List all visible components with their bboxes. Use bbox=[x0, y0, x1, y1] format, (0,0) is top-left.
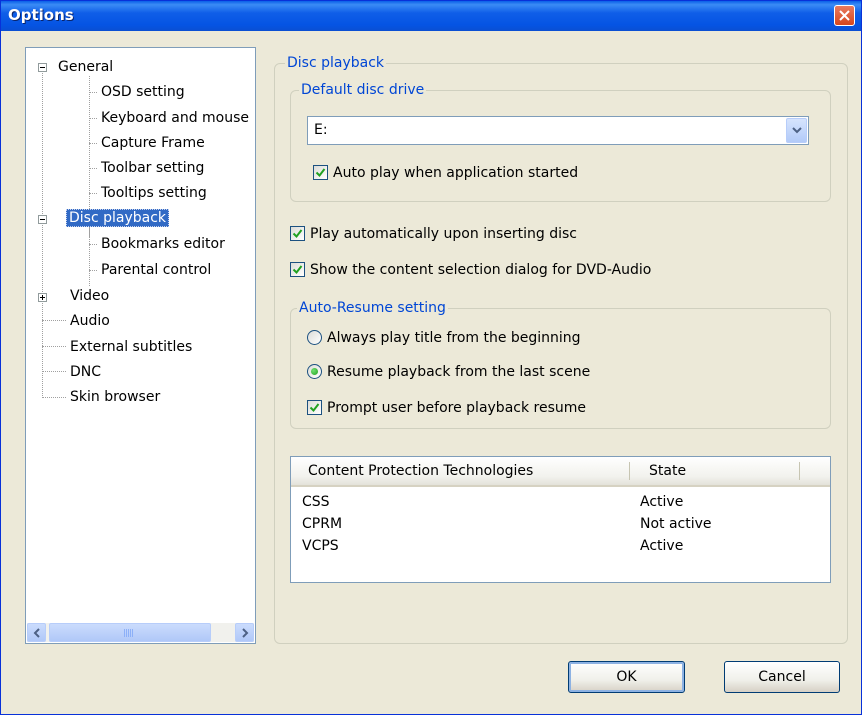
checkmark-icon bbox=[309, 403, 320, 413]
checkbox-box[interactable] bbox=[307, 400, 322, 415]
disc-drive-dropdown-button[interactable] bbox=[786, 118, 807, 143]
scroll-thumb[interactable] bbox=[49, 623, 211, 642]
cancel-button[interactable]: Cancel bbox=[724, 661, 840, 693]
disc-playback-group-label: Disc playback bbox=[285, 54, 387, 72]
arrow-right-icon bbox=[242, 628, 249, 638]
disc-drive-value: E: bbox=[314, 122, 328, 138]
table-cell: Active bbox=[640, 494, 684, 510]
checkbox-box[interactable] bbox=[313, 165, 328, 180]
scroll-right-button[interactable] bbox=[235, 623, 254, 642]
tree-item-bookmarks-editor[interactable]: Bookmarks editor bbox=[99, 233, 227, 255]
radio-circle[interactable] bbox=[307, 364, 322, 379]
tree-item-capture-frame[interactable]: Capture Frame bbox=[99, 132, 207, 154]
tree-item-dnc[interactable]: DNC bbox=[68, 361, 103, 383]
tree-item-parental-control[interactable]: Parental control bbox=[99, 259, 213, 281]
options-tree: General OSD setting Keyboard and mouse C… bbox=[25, 47, 256, 644]
tree-item-external-subtitles[interactable]: External subtitles bbox=[68, 336, 194, 358]
column-header-state[interactable]: State bbox=[649, 457, 686, 485]
checkmark-icon bbox=[292, 265, 303, 275]
column-header-technology[interactable]: Content Protection Technologies bbox=[308, 457, 533, 485]
table-cell: CSS bbox=[302, 494, 330, 510]
tree-item-audio[interactable]: Audio bbox=[68, 310, 112, 332]
close-icon bbox=[839, 10, 850, 21]
arrow-left-icon bbox=[33, 628, 40, 638]
default-disc-drive-group: Default disc drive bbox=[290, 81, 831, 202]
table-cell: Not active bbox=[640, 516, 712, 532]
checkbox-box[interactable] bbox=[290, 226, 305, 241]
checkmark-icon bbox=[292, 229, 303, 239]
close-button[interactable] bbox=[834, 5, 855, 26]
tree-item-toolbar-setting[interactable]: Toolbar setting bbox=[99, 157, 206, 179]
tree-item-osd-setting[interactable]: OSD setting bbox=[99, 81, 187, 103]
auto-resume-label: Auto-Resume setting bbox=[297, 299, 448, 317]
tree-expand-video-icon[interactable] bbox=[38, 293, 47, 302]
table-cell: CPRM bbox=[302, 516, 343, 532]
disc-drive-select[interactable]: E: bbox=[307, 116, 809, 145]
checkbox-box[interactable] bbox=[290, 262, 305, 277]
tree-line bbox=[42, 70, 43, 398]
default-disc-drive-label: Default disc drive bbox=[299, 81, 427, 99]
tree-horizontal-scrollbar[interactable] bbox=[27, 623, 254, 642]
options-dialog: Options General OSD setting Keyboard and… bbox=[0, 0, 862, 715]
table-header: Content Protection Technologies State bbox=[291, 457, 830, 487]
table-cell: Active bbox=[640, 538, 684, 554]
checkmark-icon bbox=[315, 168, 326, 178]
tree-item-skin-browser[interactable]: Skin browser bbox=[68, 386, 162, 408]
tree-collapse-general-icon[interactable] bbox=[38, 63, 47, 72]
radio-circle[interactable] bbox=[307, 330, 322, 345]
table-cell: VCPS bbox=[302, 538, 339, 554]
tree-line bbox=[89, 226, 90, 286]
tree-item-general[interactable]: General bbox=[56, 56, 115, 78]
title-bar[interactable]: Options bbox=[1, 1, 861, 31]
tree-item-tooltips-setting[interactable]: Tooltips setting bbox=[99, 182, 209, 204]
tree-item-disc-playback[interactable]: Disc playback bbox=[66, 207, 170, 229]
radio-selected-dot bbox=[311, 368, 318, 375]
chevron-down-icon bbox=[792, 127, 802, 134]
window-title: Options bbox=[8, 6, 74, 24]
content-protection-table[interactable]: Content Protection Technologies State CS… bbox=[290, 456, 831, 583]
tree-item-keyboard-mouse[interactable]: Keyboard and mouse bbox=[99, 107, 251, 129]
tree-collapse-disc-playback-icon[interactable] bbox=[38, 215, 47, 224]
ok-button[interactable]: OK bbox=[568, 661, 685, 693]
scroll-left-button[interactable] bbox=[27, 623, 46, 642]
tree-item-video[interactable]: Video bbox=[68, 285, 111, 307]
